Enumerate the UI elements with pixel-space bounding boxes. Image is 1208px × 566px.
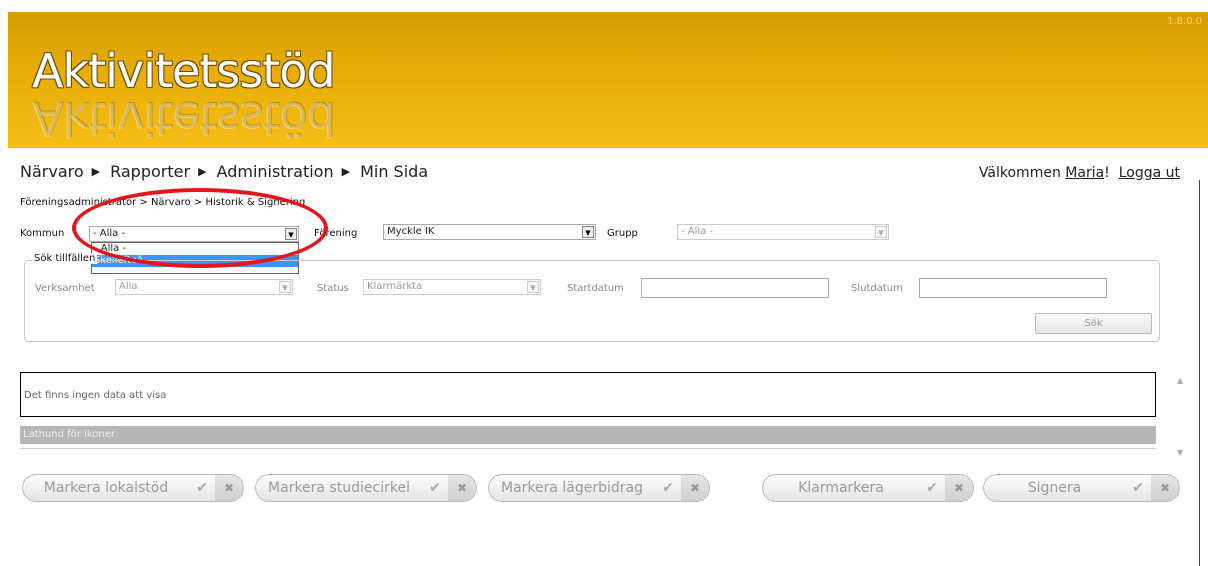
chevron-down-icon: ▼ bbox=[875, 226, 887, 238]
markera-lokalstod-button[interactable]: Markera lokalstöd ✔ ✖ bbox=[22, 474, 244, 502]
search-fieldset bbox=[24, 260, 1160, 342]
triangle-right-icon: ▶ bbox=[341, 165, 351, 178]
button-label: Markera studiecirkel bbox=[268, 480, 410, 496]
grupp-select[interactable]: - Alla - ▼ bbox=[677, 224, 889, 240]
forening-select[interactable]: Myckle IK ▼ bbox=[383, 224, 596, 240]
scrollbar[interactable]: ▲ ▼ bbox=[1174, 368, 1190, 464]
startdatum-input[interactable] bbox=[641, 278, 829, 298]
slutdatum-label: Slutdatum bbox=[851, 283, 903, 294]
nav-item-rapporter[interactable]: Rapporter bbox=[110, 162, 190, 181]
nav-item-min-sida[interactable]: Min Sida bbox=[360, 162, 428, 181]
search-legend: Sök tillfällen bbox=[32, 253, 98, 264]
check-icon: ✔ bbox=[429, 480, 441, 496]
logout-link[interactable]: Logga ut bbox=[1119, 165, 1180, 181]
welcome-prefix: Välkommen bbox=[978, 165, 1066, 181]
result-grid: Det finns ingen data att visa bbox=[20, 372, 1156, 417]
status-selected: Klarmärkta bbox=[367, 281, 423, 292]
version-label: 1.8.0.0 bbox=[1167, 16, 1202, 27]
header-banner: 1.8.0.0 Aktivitetsstöd Aktivitetsstöd bbox=[8, 12, 1208, 148]
triangle-right-icon: ▶ bbox=[198, 165, 207, 178]
chevron-down-icon: ▼ bbox=[279, 281, 291, 293]
logo: Aktivitetsstöd bbox=[32, 44, 336, 98]
logo-reflection: Aktivitetsstöd bbox=[32, 92, 335, 146]
highlight-ellipse bbox=[72, 188, 328, 268]
close-icon[interactable]: ✖ bbox=[215, 475, 243, 501]
chevron-down-icon: ▼ bbox=[527, 281, 539, 293]
button-label: Markera lägerbidrag bbox=[500, 480, 644, 496]
scroll-up-icon[interactable]: ▲ bbox=[1177, 376, 1183, 385]
main-nav: Närvaro ▶ Rapporter ▶ Administration ▶ Min … bbox=[20, 162, 428, 181]
user-link[interactable]: Maria bbox=[1065, 165, 1104, 181]
verksamhet-selected: Alla bbox=[119, 281, 138, 292]
close-icon[interactable]: ✖ bbox=[1151, 475, 1179, 501]
klarmarkera-button[interactable]: Klarmarkera ✔ ✖ bbox=[762, 474, 974, 502]
markera-studiecirkel-button[interactable]: Markera studiecirkel ✔ ✖ bbox=[255, 474, 477, 502]
check-icon: ✔ bbox=[662, 480, 674, 496]
signera-button[interactable]: Signera ✔ ✖ bbox=[983, 474, 1180, 502]
welcome-text: Välkommen Maria! Logga ut bbox=[979, 165, 1180, 181]
close-icon[interactable]: ✖ bbox=[448, 475, 476, 501]
button-label: Markera lokalstöd bbox=[43, 480, 169, 496]
divider bbox=[1199, 180, 1200, 566]
verksamhet-select[interactable]: Alla ▼ bbox=[115, 279, 293, 295]
button-label: Signera bbox=[1027, 480, 1082, 496]
slutdatum-input[interactable] bbox=[919, 278, 1107, 298]
welcome-suffix: ! bbox=[1104, 165, 1110, 181]
button-label: Klarmarkera bbox=[798, 480, 884, 496]
grupp-selected: - Alla - bbox=[681, 226, 714, 237]
check-icon: ✔ bbox=[196, 480, 208, 496]
check-icon: ✔ bbox=[926, 480, 938, 496]
forening-selected: Myckle IK bbox=[387, 226, 435, 237]
icon-legend-toggle[interactable]: Lathund för ikoner bbox=[20, 426, 1156, 444]
search-button[interactable]: Sök bbox=[1035, 313, 1152, 334]
nav-item-narvaro[interactable]: Närvaro bbox=[20, 162, 84, 181]
divider bbox=[20, 448, 1156, 449]
status-label: Status bbox=[317, 283, 349, 294]
close-icon[interactable]: ✖ bbox=[945, 475, 973, 501]
status-select[interactable]: Klarmärkta ▼ bbox=[363, 279, 541, 295]
kommun-label: Kommun bbox=[20, 228, 65, 239]
triangle-right-icon: ▶ bbox=[91, 165, 101, 178]
grupp-label: Grupp bbox=[607, 228, 638, 239]
empty-message: Det finns ingen data att visa bbox=[24, 390, 167, 401]
chevron-down-icon: ▼ bbox=[582, 226, 594, 238]
markera-lagerbidrag-button[interactable]: Markera lägerbidrag ✔ ✖ bbox=[488, 474, 710, 502]
check-icon: ✔ bbox=[1132, 480, 1144, 496]
verksamhet-label: Verksamhet bbox=[35, 283, 95, 294]
nav-item-administration[interactable]: Administration bbox=[217, 162, 334, 181]
startdatum-label: Startdatum bbox=[567, 283, 624, 294]
scroll-down-icon[interactable]: ▼ bbox=[1177, 448, 1183, 457]
close-icon[interactable]: ✖ bbox=[681, 475, 709, 501]
